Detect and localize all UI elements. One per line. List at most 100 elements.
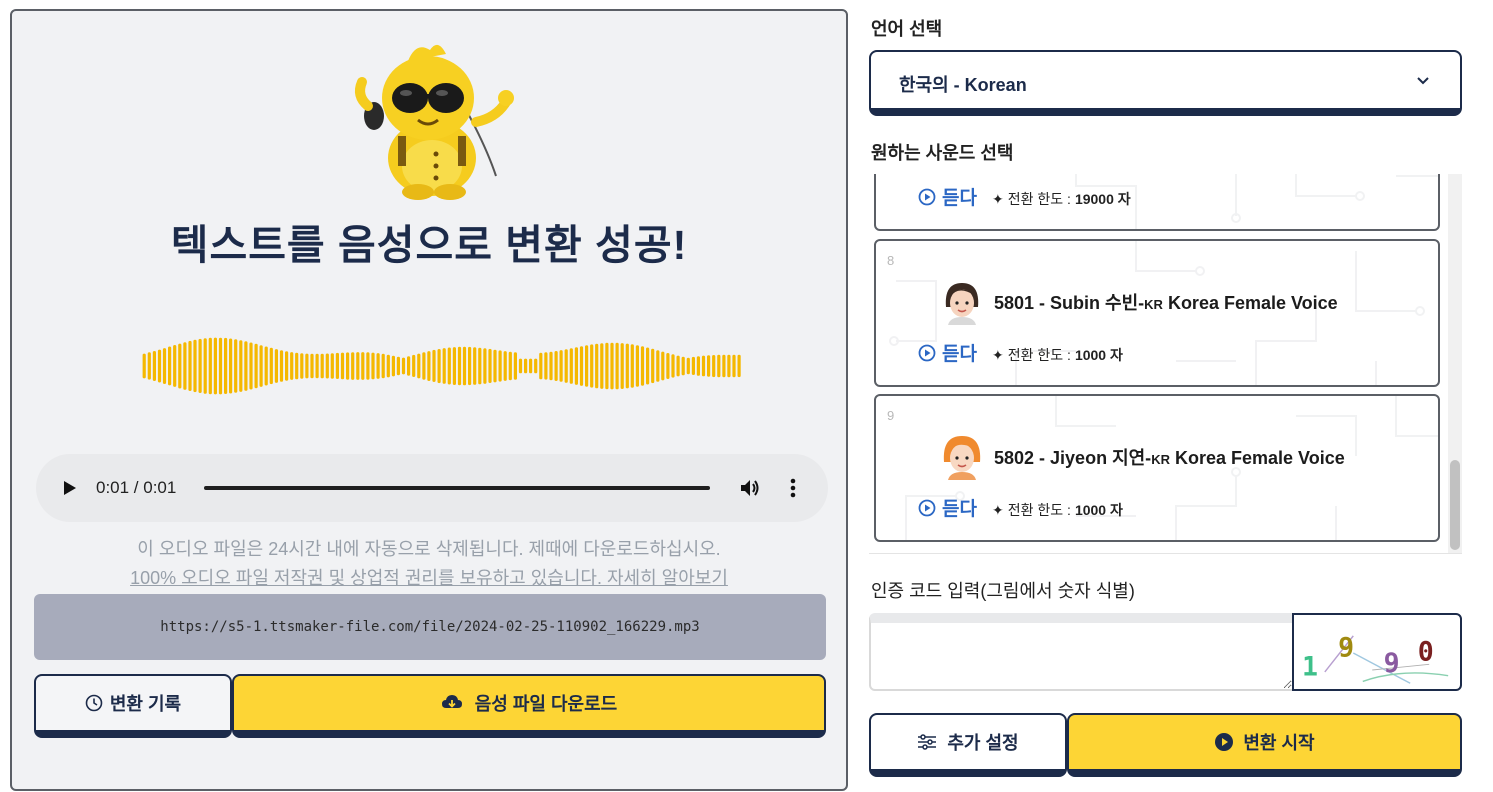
voice-number: 8	[887, 253, 895, 268]
waveform-bar	[651, 348, 655, 384]
play-icon[interactable]	[60, 479, 78, 497]
captcha-input[interactable]	[869, 613, 1294, 691]
voice-list[interactable]: 듣다 ✦ 전환 한도 : 19000 자 8 5801 - Subin 수빈-K…	[869, 174, 1462, 554]
waveform-bar	[518, 358, 523, 374]
seek-bar[interactable]	[204, 486, 710, 490]
waveform-bar	[661, 351, 665, 381]
waveform-bar	[595, 343, 599, 389]
volume-icon[interactable]	[738, 476, 762, 500]
waveform-bar	[208, 337, 212, 395]
waveform-bar	[396, 356, 400, 376]
waveform-bar	[605, 342, 609, 390]
file-notice: 이 오디오 파일은 24시간 내에 자동으로 삭제됩니다. 제때에 다운로드하십…	[12, 535, 846, 593]
waveform-bar	[691, 356, 695, 375]
waveform-bar	[401, 357, 406, 375]
voice-name: 5801 - Subin 수빈-KR Korea Female Voice	[994, 293, 1338, 313]
audio-waveform	[142, 337, 741, 395]
waveform-bar	[513, 352, 517, 380]
voice-list-scrollbar[interactable]	[1448, 174, 1462, 553]
waveform-bar	[534, 358, 538, 374]
waveform-bar	[503, 351, 507, 381]
scrollbar-thumb[interactable]	[1450, 460, 1460, 550]
voice-card[interactable]: 8 5801 - Subin 수빈-KR Korea Female Voice …	[874, 239, 1440, 387]
waveform-bar	[579, 346, 584, 386]
waveform-bar	[254, 343, 258, 389]
copyright-link[interactable]: 100% 오디오 파일 저작권 및 상업적 권리를 보유하고 있습니다. 자세히…	[12, 564, 846, 593]
listen-label: 듣다	[942, 344, 977, 365]
waveform-bar	[381, 353, 385, 379]
waveform-bar	[315, 353, 319, 379]
waveform-bar	[437, 349, 441, 384]
waveform-bar	[300, 353, 304, 379]
captcha-image[interactable]: 1 9 9 0	[1292, 613, 1462, 691]
waveform-bar	[162, 348, 167, 384]
sparkle-icon: ✦	[992, 346, 1004, 363]
captcha-digit: 0	[1418, 637, 1434, 668]
waveform-bar	[386, 354, 390, 378]
waveform-bar	[239, 340, 243, 392]
waveform-bar	[493, 349, 497, 383]
waveform-bar	[600, 343, 604, 389]
listen-button[interactable]: 듣다	[918, 494, 977, 521]
waveform-bar	[305, 353, 309, 379]
listen-label: 듣다	[942, 188, 977, 209]
waveform-bar	[483, 348, 487, 384]
result-panel: 텍스트를 음성으로 변환 성공! 0:01 / 0:01 이 오디오 파일은 2…	[10, 9, 848, 791]
voice-card[interactable]: 듣다 ✦ 전환 한도 : 19000 자	[874, 174, 1440, 231]
waveform-bar	[585, 345, 589, 387]
waveform-bar	[544, 352, 548, 380]
waveform-bar	[696, 356, 700, 376]
clock-icon	[85, 694, 103, 712]
waveform-bar	[574, 347, 578, 385]
waveform-bar	[508, 351, 512, 381]
captcha-digit: 1	[1302, 652, 1318, 683]
waveform-bar	[203, 338, 207, 394]
waveform-bar	[310, 353, 314, 379]
waveform-bar	[442, 348, 446, 384]
listen-button[interactable]: 듣다	[918, 339, 977, 366]
mascot-image	[355, 44, 514, 200]
language-label: 언어 선택	[871, 19, 943, 39]
waveform-bar	[188, 340, 192, 391]
waveform-bar	[407, 356, 411, 376]
captcha-digit: 9	[1338, 633, 1354, 664]
play-circle-icon	[1215, 733, 1234, 751]
download-label: 음성 파일 다운로드	[474, 694, 618, 714]
waveform-bar	[432, 349, 436, 382]
sparkle-icon: ✦	[992, 190, 1004, 207]
start-conversion-button[interactable]: 변환 시작	[1067, 713, 1462, 777]
auto-delete-notice: 이 오디오 파일은 24시간 내에 자동으로 삭제됩니다. 제때에 다운로드하십…	[137, 539, 721, 559]
waveform-bar	[264, 346, 268, 386]
waveform-bar	[412, 354, 416, 377]
waveform-bar	[290, 352, 294, 380]
waveform-bar	[427, 351, 431, 381]
waveform-bar	[712, 355, 716, 378]
waveform-bar	[620, 343, 624, 389]
advanced-settings-button[interactable]: 추가 설정	[869, 713, 1067, 777]
waveform-bar	[630, 344, 634, 388]
sparkle-icon: ✦	[992, 501, 1004, 518]
waveform-bar	[681, 356, 685, 376]
more-options-icon[interactable]	[788, 476, 798, 500]
waveform-bar	[183, 342, 187, 390]
listen-button[interactable]: 듣다	[918, 183, 977, 210]
limit-value: 1000 자	[1074, 347, 1123, 363]
voice-card[interactable]: 9 5802 - Jiyeon 지연-KR Korea Female Voice…	[874, 394, 1440, 542]
waveform-bar	[218, 337, 223, 395]
history-button[interactable]: 변환 기록	[34, 674, 232, 738]
limit-value: 1000 자	[1074, 502, 1123, 518]
play-circle-icon	[918, 188, 936, 205]
voice-number: 9	[887, 408, 895, 423]
audio-url-box[interactable]: https://s5-1.ttsmaker-file.com/file/2024…	[34, 594, 826, 660]
waveform-bar	[701, 355, 706, 377]
waveform-bar	[564, 349, 568, 383]
waveform-bar	[229, 338, 233, 394]
waveform-bar	[559, 350, 563, 382]
language-selected-value: 한국의 - Korean	[899, 75, 1027, 95]
waveform-bar	[198, 338, 202, 393]
conversion-limit: ✦ 전환 한도 : 1000 자	[992, 345, 1123, 365]
language-select[interactable]: 한국의 - Korean	[869, 50, 1462, 116]
waveform-bar	[462, 346, 467, 386]
download-button[interactable]: 음성 파일 다운로드	[232, 674, 826, 738]
waveform-bar	[590, 344, 594, 388]
